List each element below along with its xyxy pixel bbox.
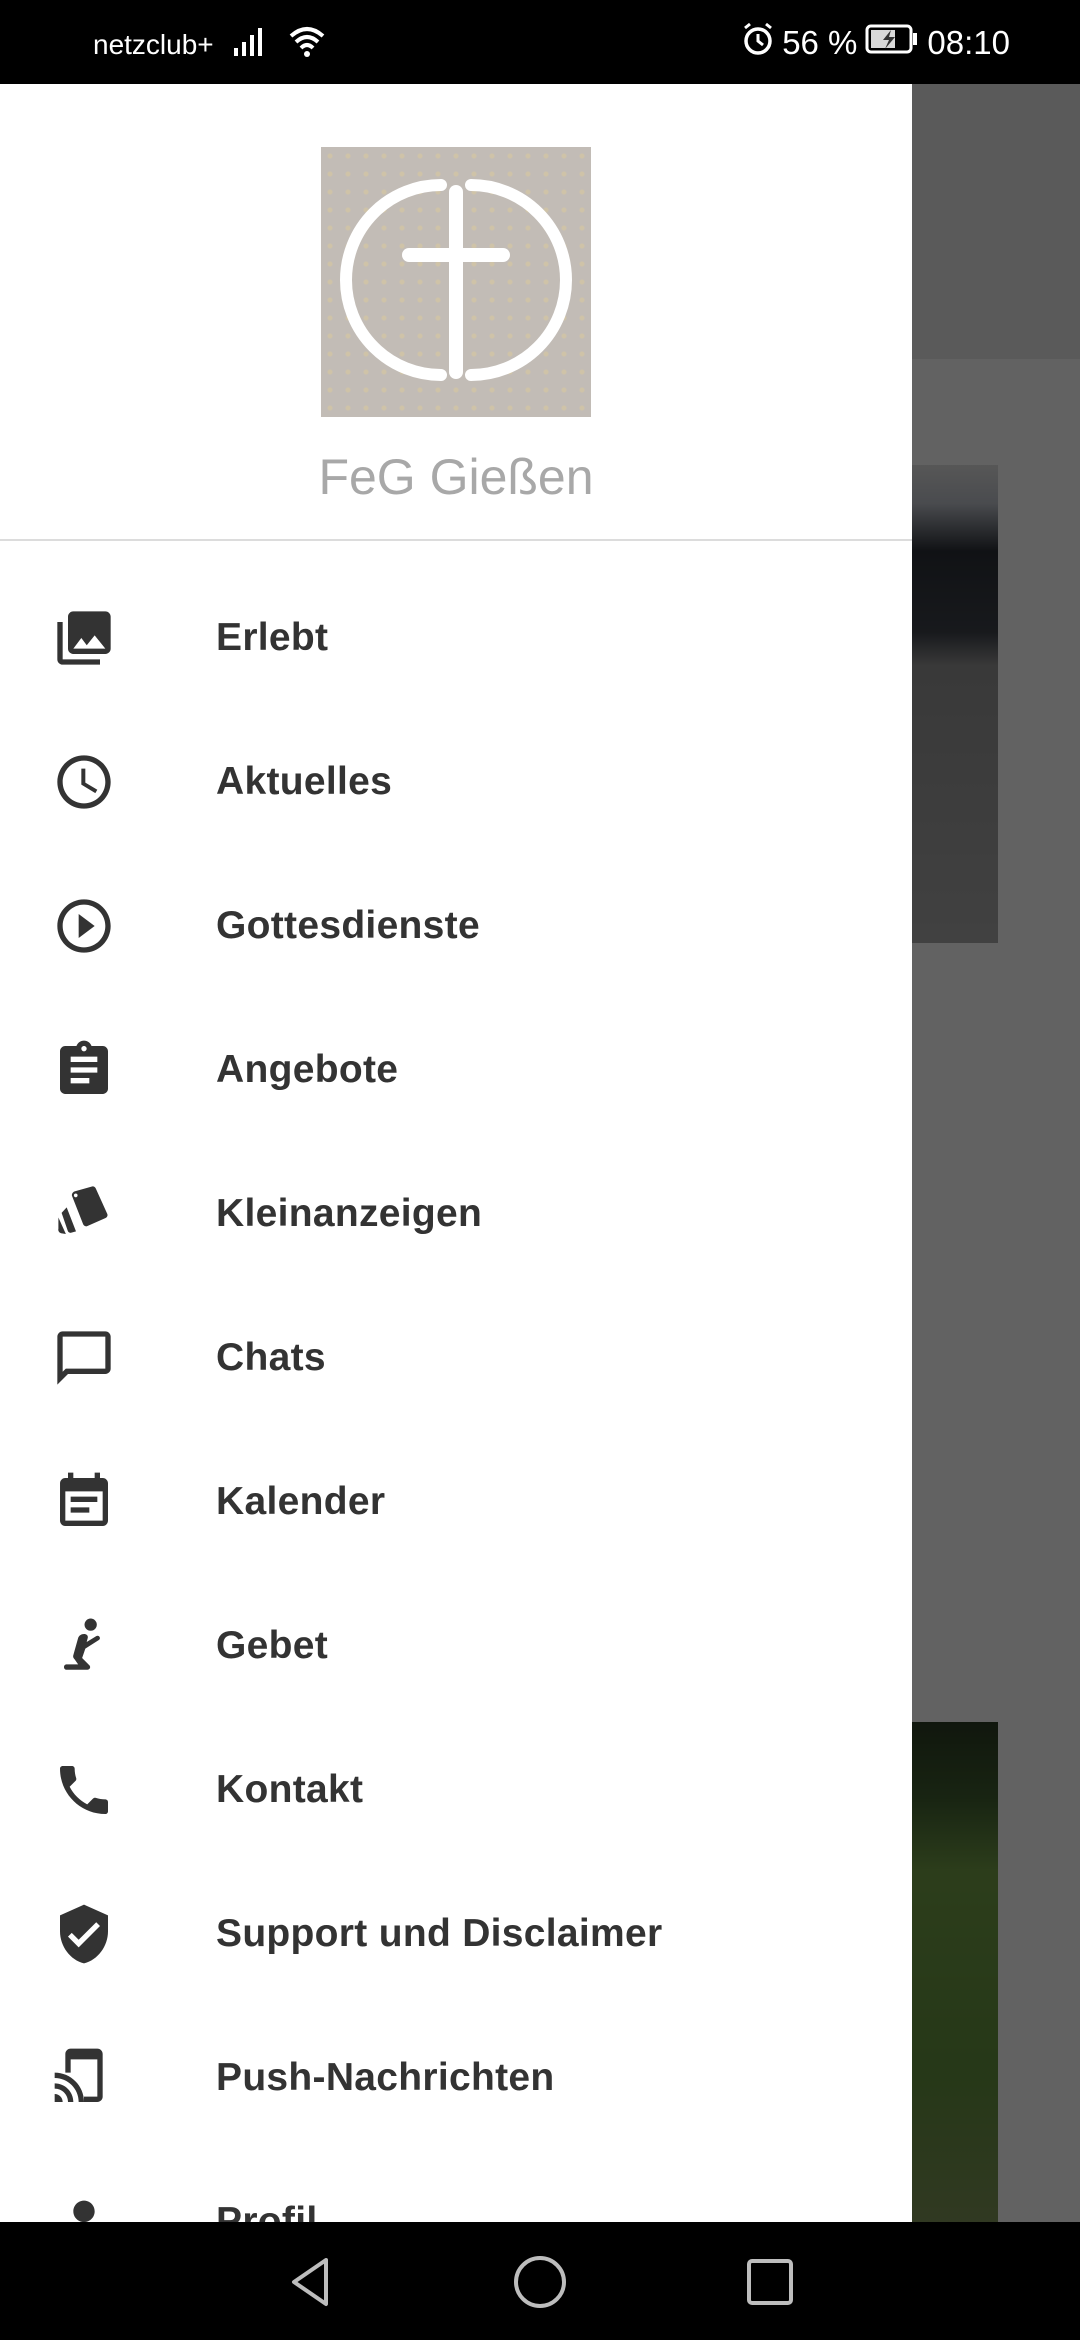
wifi-icon [288,24,326,65]
menu-item-support-und-disclaimer[interactable]: Support und Disclaimer [0,1862,912,2006]
menu-item-angebote[interactable]: Angebote [0,998,912,1142]
organization-name: FeG Gießen [318,449,594,505]
person-icon [48,2186,120,2222]
menu-label: Angebote [216,1048,399,1091]
menu-label: Chats [216,1336,326,1379]
signal-icon [233,26,268,63]
menu-label: Gebet [216,1624,329,1667]
calendar-icon [48,1466,120,1538]
menu-item-gottesdienste[interactable]: Gottesdienste [0,854,912,998]
menu-item-chats[interactable]: Chats [0,1286,912,1430]
menu-item-erlebt[interactable]: Erlebt [0,566,912,710]
menu-label: Kontakt [216,1768,364,1811]
menu-label: Gottesdienste [216,904,480,947]
back-icon[interactable] [280,2252,340,2312]
menu-label: Aktuelles [216,760,393,803]
battery-charging-icon [865,24,919,62]
chat-bubble-icon [48,1322,120,1394]
menu-label: Push-Nachrichten [216,2056,555,2099]
phone-icon [48,1754,120,1826]
menu-label: Erlebt [216,616,329,659]
status-bar: netzclub+ 56 % 08:10 [0,0,1080,84]
menu-item-profil[interactable]: Profil [0,2150,912,2222]
menu-label: Profil [216,2200,318,2222]
home-icon[interactable] [510,2252,570,2312]
tags-icon [48,1178,120,1250]
photo-library-icon [48,602,120,674]
drawer-header: FeG Gießen [0,84,912,541]
menu-item-kontakt[interactable]: Kontakt [0,1718,912,1862]
menu-item-aktuelles[interactable]: Aktuelles [0,710,912,854]
menu-label: Support und Disclaimer [216,1912,663,1955]
recents-icon[interactable] [740,2252,800,2312]
clipboard-icon [48,1034,120,1106]
menu-item-kalender[interactable]: Kalender [0,1430,912,1574]
church-logo [321,147,591,417]
menu-label: Kleinanzeigen [216,1192,483,1235]
menu-item-kleinanzeigen[interactable]: Kleinanzeigen [0,1142,912,1286]
alarm-icon [742,22,774,64]
carrier-name: netzclub+ [93,28,214,60]
shield-check-icon [48,1898,120,1970]
menu-item-push-nachrichten[interactable]: Push-Nachrichten [0,2006,912,2150]
navigation-drawer: FeG Gießen Erlebt Aktuelles Gottesdienst… [0,84,912,2222]
clock-icon [48,746,120,818]
battery-percent: 56 % [782,24,858,61]
cross-in-circle-logo [340,179,572,381]
cast-device-icon [48,2042,120,2114]
praying-person-icon [48,1610,120,1682]
menu-label: Kalender [216,1480,386,1523]
play-circle-icon [48,890,120,962]
system-navigation-bar [0,2222,1080,2340]
clock-time: 08:10 [927,24,1010,61]
menu-item-gebet[interactable]: Gebet [0,1574,912,1718]
